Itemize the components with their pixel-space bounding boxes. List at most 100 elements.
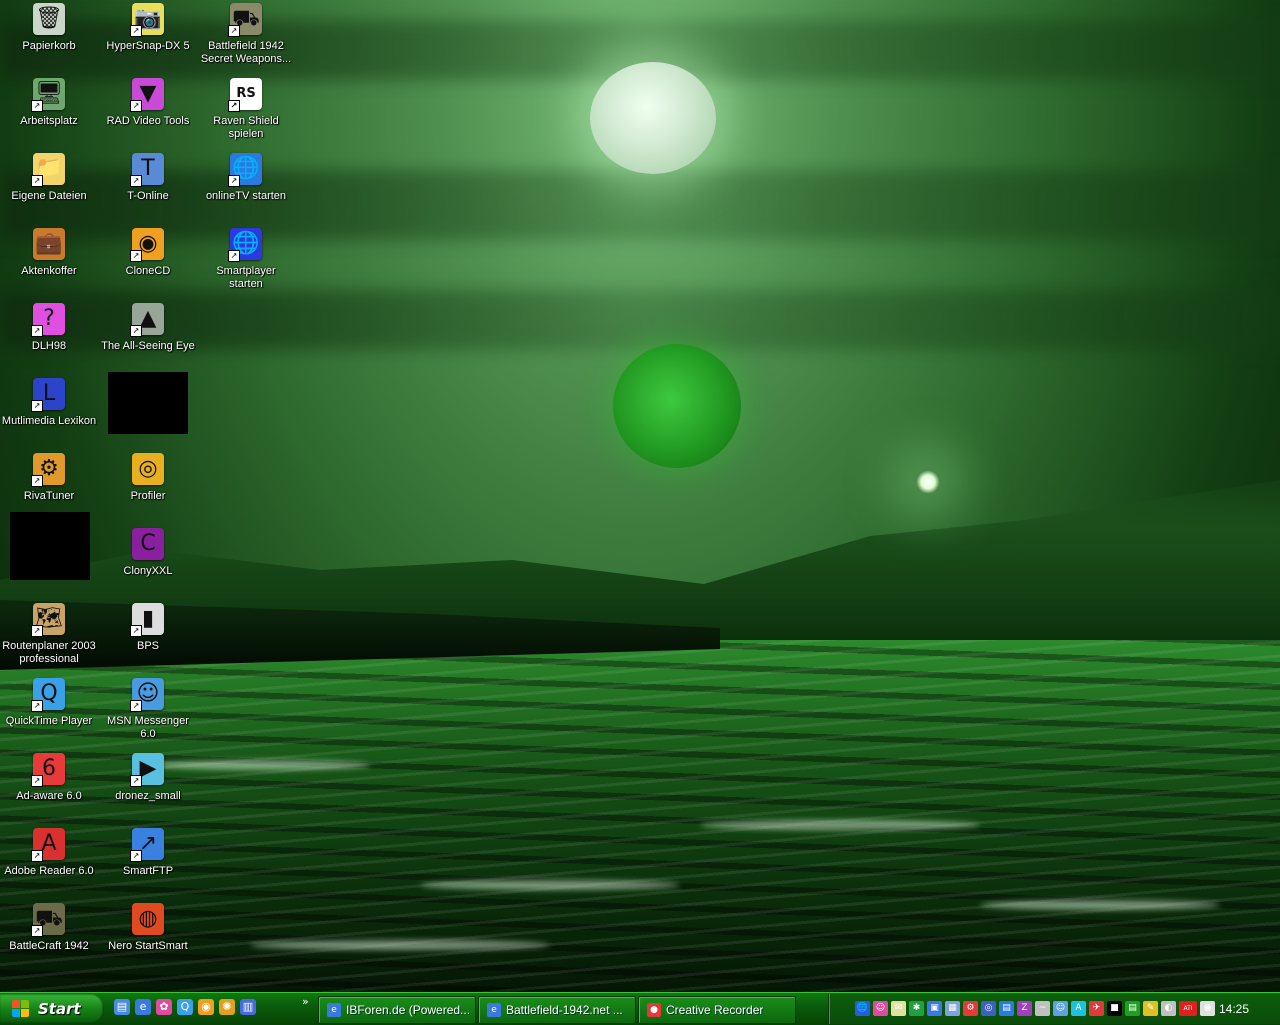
antivirus-icon[interactable]: ✱	[909, 1001, 924, 1016]
start-button[interactable]: Start	[0, 994, 104, 1023]
water-highlight	[250, 940, 550, 950]
desktop-icon-msn-messenger[interactable]: ☺ ↗ MSN Messenger 6.0	[98, 678, 198, 741]
shortcut-arrow-icon: ↗	[228, 250, 240, 262]
black-icon[interactable]: ■	[1107, 1001, 1122, 1016]
recycle-bin-icon: 🗑	[33, 3, 65, 35]
rad-video-icon: ▼ ↗	[130, 78, 164, 112]
shortcut-arrow-icon: ↗	[228, 25, 240, 37]
icon-label: RivaTuner	[23, 490, 75, 502]
briefcase-icon: 💼	[33, 228, 65, 260]
icon-label: ClonyXXL	[123, 565, 173, 577]
icon-label: Mutlimedia Lexikon	[1, 415, 97, 427]
icon-label: RAD Video Tools	[106, 115, 190, 127]
icon-label: BPS	[136, 640, 159, 652]
mail-icon[interactable]: ✉	[891, 1001, 906, 1016]
airplane-icon[interactable]: ✈	[1089, 1001, 1104, 1016]
system-tray: 🌐 ☺ ✉ ✱ ▣ ▦ ⚙ ◎ ▤ Z ~ ☺ A ✈ ■ ▤ ✎ ◐ ATI ◉ 14:25	[828, 994, 1280, 1024]
show-desktop-icon[interactable]: ▤	[114, 999, 130, 1015]
desktop-icon-dlh98[interactable]: ? ↗ DLH98	[0, 303, 99, 353]
pen-icon[interactable]: ✎	[1143, 1001, 1158, 1016]
quick-launch-more-button[interactable]: »	[302, 995, 309, 1008]
desktop-icon-nero-startsmart[interactable]: ◍ Nero StartSmart	[98, 903, 198, 953]
network-computer-icon: T ↗	[130, 153, 164, 187]
clock[interactable]: 14:25	[1219, 1002, 1249, 1016]
icon-label: Routenplaner 2003 professional	[2, 640, 96, 665]
media-player-icon[interactable]: ◉	[198, 999, 214, 1015]
desktop-icon-clonyxxl[interactable]: C ClonyXXL	[98, 528, 198, 578]
ati-icon[interactable]: ATI	[1179, 1001, 1197, 1016]
icon-label: HyperSnap-DX 5	[106, 40, 190, 52]
desktop-icon-battlecraft[interactable]: ⛟ ↗ BattleCraft 1942	[0, 903, 99, 953]
desktop-icon-aktenkoffer[interactable]: 💼 Aktenkoffer	[0, 228, 99, 278]
task-button-ibforen[interactable]: e IBForen.de (Powered...	[318, 996, 476, 1024]
desktop-icon-quicktime[interactable]: Q ↗ QuickTime Player	[0, 678, 99, 728]
desktop-icon-arbeitsplatz[interactable]: 🖥 ↗ Arbeitsplatz	[0, 78, 99, 128]
icon-label: Profiler	[130, 490, 166, 502]
ad-aware-icon: 6 ↗	[31, 753, 65, 787]
desktop-icon-rivatuner[interactable]: ⚙ ↗ RivaTuner	[0, 453, 99, 503]
shortcut-arrow-icon: ↗	[31, 625, 43, 637]
task-button-creative-recorder[interactable]: ● Creative Recorder	[638, 996, 796, 1024]
shortcut-arrow-icon: ↗	[130, 325, 142, 337]
water-highlight	[420, 880, 680, 890]
desktop-icon-smartplayer[interactable]: 🌐 ↗ Smartplayer starten	[196, 228, 296, 291]
desktop-icon-hypersnap[interactable]: 📷 ↗ HyperSnap-DX 5	[98, 3, 198, 53]
question-mark-icon: ? ↗	[31, 303, 65, 337]
messenger-icon[interactable]: ☺	[873, 1001, 888, 1016]
desktop-icon-papierkorb[interactable]: 🗑 Papierkorb	[0, 3, 99, 53]
network-icon[interactable]: ▣	[927, 1001, 942, 1016]
media-icon: ▶ ↗	[130, 753, 164, 787]
smartftp-icon: ↗ ↗	[130, 828, 164, 862]
desktop-icon-routenplaner[interactable]: 🗺 ↗ Routenplaner 2003 professional	[0, 603, 99, 666]
tank-icon: ⛟ ↗	[31, 903, 65, 937]
messenger-icon[interactable]: ✿	[156, 999, 172, 1015]
desktop-icon-clonecd[interactable]: ◉ ↗ CloneCD	[98, 228, 198, 278]
cd-icon: ◎	[132, 453, 164, 485]
desktop-icon-eigene-dateien[interactable]: 📁 ↗ Eigene Dateien	[0, 153, 99, 203]
globe-icon: 🌐 ↗	[228, 228, 262, 262]
quicktime-icon[interactable]: Q	[177, 999, 193, 1015]
internet-explorer-icon[interactable]: e	[135, 999, 151, 1015]
desktop-icon-raven-shield[interactable]: RS ↗ Raven Shield spielen	[196, 78, 296, 141]
adobe-reader-icon: A ↗	[31, 828, 65, 862]
network-icon[interactable]: ▤	[999, 1001, 1014, 1016]
icon-label: SmartFTP	[122, 865, 174, 877]
task-label: Creative Recorder	[666, 1003, 764, 1017]
desktop-icon-battlefield-1942-sw[interactable]: ⛟ ↗ Battlefield 1942 Secret Weapons...	[196, 3, 296, 66]
connection-icon[interactable]: ~	[1035, 1001, 1050, 1016]
desktop-icon-onlinetv[interactable]: 🌐 ↗ onlineTV starten	[196, 153, 296, 203]
panda-icon[interactable]: ◉	[1200, 1001, 1215, 1016]
antivir-icon[interactable]: A	[1071, 1001, 1086, 1016]
firewall-icon[interactable]: ◎	[981, 1001, 996, 1016]
volume-icon[interactable]: ◐	[1161, 1001, 1176, 1016]
desktop-icon-all-seeing-eye[interactable]: ▲ ↗ The All-Seeing Eye	[98, 303, 198, 353]
monitor-icon[interactable]: ▦	[945, 1001, 960, 1016]
zonealarm-icon[interactable]: Z	[1017, 1001, 1032, 1016]
desktop-icon-rad-video-tools[interactable]: ▼ ↗ RAD Video Tools	[98, 78, 198, 128]
desktop-icon-t-online[interactable]: T ↗ T-Online	[98, 153, 198, 203]
shortcut-arrow-icon: ↗	[130, 775, 142, 787]
gear-icon[interactable]: ✺	[219, 999, 235, 1015]
desktop-icon-adobe-reader[interactable]: A ↗ Adobe Reader 6.0	[0, 828, 99, 878]
desktop-icon-bps[interactable]: ▮ ↗ BPS	[98, 603, 198, 653]
desktop-icon-smartftp[interactable]: ↗ ↗ SmartFTP	[98, 828, 198, 878]
desktop-icon-multimedia-lexikon[interactable]: L ↗ Mutlimedia Lexikon	[0, 378, 99, 428]
quick-launch-bar: ▤ e ✿ Q ◉ ✺ ▥	[114, 999, 256, 1015]
globe-icon[interactable]: 🌐	[855, 1001, 870, 1016]
icon-label: Arbeitsplatz	[20, 115, 78, 127]
network-icon[interactable]: ▥	[240, 999, 256, 1015]
folder-icon: 📁 ↗	[31, 153, 65, 187]
icon-label: BattleCraft 1942	[9, 940, 89, 952]
user-icon[interactable]: ☺	[1053, 1001, 1068, 1016]
redacted-icon	[10, 512, 90, 580]
icon-label: Smartplayer starten	[216, 265, 276, 290]
desktop-icon-dronez-small[interactable]: ▶ ↗ dronez_small	[98, 753, 198, 803]
task-button-battlefield[interactable]: e Battlefield-1942.net ...	[478, 996, 636, 1024]
desktop-icon-profiler[interactable]: ◎ Profiler	[98, 453, 198, 503]
meter-icon[interactable]: ▤	[1125, 1001, 1140, 1016]
desktop-icon-ad-aware[interactable]: 6 ↗ Ad-aware 6.0	[0, 753, 99, 803]
shortcut-arrow-icon: ↗	[130, 175, 142, 187]
task-label: IBForen.de (Powered...	[346, 1003, 471, 1017]
battlefield-icon: ⛟ ↗	[228, 3, 262, 37]
settings-icon[interactable]: ⚙	[963, 1001, 978, 1016]
